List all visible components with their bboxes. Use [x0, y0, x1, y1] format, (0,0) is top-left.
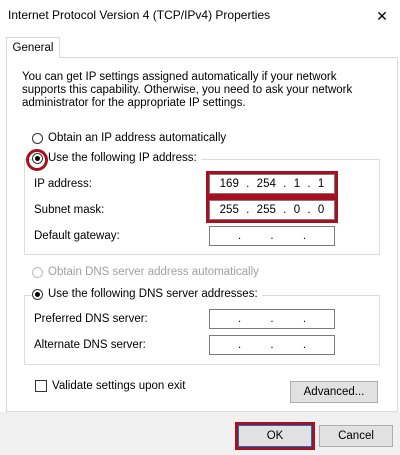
- advanced-button[interactable]: Advanced...: [290, 381, 378, 403]
- radio-use-following-dns[interactable]: Use the following DNS server addresses:: [32, 288, 262, 300]
- radio-obtain-dns-auto[interactable]: Obtain DNS server address automatically: [32, 266, 259, 278]
- preferred-dns-input[interactable]: . . .: [209, 309, 335, 329]
- preferred-dns-label: Preferred DNS server:: [34, 313, 148, 325]
- cancel-button[interactable]: Cancel: [319, 425, 393, 447]
- radio-circle: [32, 266, 43, 278]
- alternate-dns-input[interactable]: . . .: [209, 335, 335, 355]
- radio-circle: [32, 132, 43, 144]
- window-title: Internet Protocol Version 4 (TCP/IPv4) P…: [8, 8, 271, 22]
- highlight-subnet-mask: [206, 197, 338, 223]
- radio-label: Obtain an IP address automatically: [48, 132, 227, 144]
- close-icon: ✕: [376, 7, 388, 24]
- checkbox-box: [35, 380, 47, 392]
- description-text: You can get IP settings assigned automat…: [22, 71, 353, 109]
- tab-general[interactable]: General: [6, 37, 60, 58]
- dot: .: [302, 230, 307, 242]
- radio-use-following-ip[interactable]: Use the following IP address:: [32, 152, 201, 164]
- highlight-ok-button: [235, 422, 315, 450]
- default-gateway-label: Default gateway:: [34, 230, 120, 242]
- dot: .: [302, 313, 307, 325]
- close-button[interactable]: ✕: [366, 4, 398, 28]
- radio-label: Obtain DNS server address automatically: [48, 266, 259, 278]
- dot: .: [237, 339, 242, 351]
- alternate-dns-label: Alternate DNS server:: [34, 339, 146, 351]
- ip-address-label: IP address:: [34, 178, 92, 190]
- radio-label: Use the following DNS server addresses:: [48, 288, 258, 300]
- dot: .: [270, 313, 274, 325]
- dot: .: [302, 339, 307, 351]
- validate-settings-checkbox[interactable]: Validate settings upon exit: [35, 380, 185, 392]
- radio-label: Use the following IP address:: [48, 152, 197, 164]
- subnet-mask-label: Subnet mask:: [34, 204, 105, 216]
- dot: .: [270, 339, 274, 351]
- dot: .: [270, 230, 274, 242]
- dot: .: [237, 313, 242, 325]
- radio-circle: [32, 288, 43, 300]
- highlight-circle-radio: [26, 149, 48, 171]
- highlight-ip-address: [206, 171, 338, 197]
- radio-obtain-ip-auto[interactable]: Obtain an IP address automatically: [32, 132, 226, 144]
- default-gateway-input[interactable]: . . .: [209, 226, 335, 246]
- checkbox-label: Validate settings upon exit: [52, 380, 186, 392]
- dot: .: [237, 230, 242, 242]
